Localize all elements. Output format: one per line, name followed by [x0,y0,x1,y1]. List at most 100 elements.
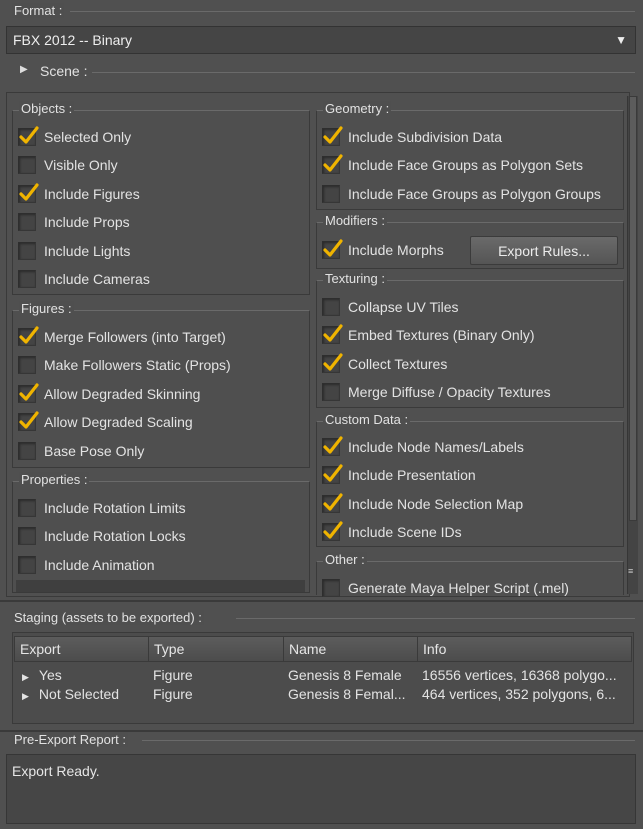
include-animation-checkbox[interactable] [18,555,36,574]
option-collapse-uv-tiles[interactable]: Collapse UV Tiles [322,295,459,319]
include-node-selection-map-checkbox[interactable] [322,493,343,513]
include-props-checkbox[interactable] [18,213,36,232]
asset-type: Figure [153,667,193,683]
format-select[interactable]: FBX 2012 -- Binary ▼ [6,26,636,54]
option-include-scene-ids[interactable]: Include Scene IDs [322,520,462,544]
generate-maya-helper-script-mel-label: Generate Maya Helper Script (.mel) [348,580,569,596]
merge-followers-into-target-label: Merge Followers (into Target) [44,329,226,345]
generate-maya-helper-script-mel-checkbox[interactable] [322,579,340,597]
allow-degraded-scaling-checkbox[interactable] [18,411,39,432]
option-include-animation[interactable]: Include Animation [18,553,155,577]
option-selected-only[interactable]: Selected Only [18,125,131,149]
asset-name: Genesis 8 Female [288,667,402,683]
asset-type: Figure [153,686,193,702]
option-make-followers-static-props[interactable]: Make Followers Static (Props) [18,353,231,377]
embed-textures-binary-only-checkbox[interactable] [322,324,343,345]
table-row[interactable]: ▶ Not Selected Figure Genesis 8 Femal... … [14,686,632,705]
scrollbar[interactable]: ≡ [627,96,638,594]
expand-arrow-icon[interactable]: ▶ [20,64,28,75]
scene-toggle[interactable]: Scene : [38,63,89,79]
option-embed-textures-binary-only[interactable]: Embed Textures (Binary Only) [322,323,534,347]
include-face-groups-as-polygon-groups-checkbox[interactable] [322,184,340,203]
option-include-figures[interactable]: Include Figures [18,182,140,206]
option-include-node-selection-map[interactable]: Include Node Selection Map [322,492,523,516]
format-legend: Format : [12,3,65,18]
option-allow-degraded-skinning[interactable]: Allow Degraded Skinning [18,382,200,406]
include-face-groups-as-polygon-sets-checkbox[interactable] [322,154,343,175]
checkmark-icon [323,324,343,342]
include-node-names-labels-checkbox[interactable] [322,436,343,456]
selected-only-checkbox[interactable] [18,126,39,146]
checkmark-icon [19,126,39,144]
checkmark-icon [323,126,343,144]
collect-textures-checkbox[interactable] [322,353,343,373]
include-cameras-checkbox[interactable] [18,270,36,288]
option-include-face-groups-as-polygon-groups[interactable]: Include Face Groups as Polygon Groups [322,182,601,206]
include-figures-checkbox[interactable] [18,183,39,203]
option-merge-diffuse-opacity-textures[interactable]: Merge Diffuse / Opacity Textures [322,380,551,404]
option-include-lights[interactable]: Include Lights [18,239,130,263]
checkmark-icon [323,464,343,482]
option-include-rotation-locks[interactable]: Include Rotation Locks [18,524,186,548]
make-followers-static-props-checkbox[interactable] [18,356,36,375]
make-followers-static-props-label: Make Followers Static (Props) [44,357,231,374]
include-morphs-checkbox[interactable] [322,239,343,259]
allow-degraded-scaling-label: Allow Degraded Scaling [44,414,193,431]
option-include-face-groups-as-polygon-sets[interactable]: Include Face Groups as Polygon Sets [322,153,583,177]
asset-name: Genesis 8 Femal... [288,686,406,702]
merge-diffuse-opacity-textures-checkbox[interactable] [322,383,340,402]
checkmark-icon [19,183,39,201]
include-props-label: Include Props [44,214,130,231]
option-base-pose-only[interactable]: Base Pose Only [18,439,144,463]
column-header-info[interactable]: Info [418,637,631,661]
merge-followers-into-target-checkbox[interactable] [18,326,39,346]
include-rotation-limits-checkbox[interactable] [18,499,36,517]
base-pose-only-checkbox[interactable] [18,441,36,460]
option-generate-maya-helper-script-mel[interactable]: Generate Maya Helper Script (.mel) [322,576,569,600]
custom-data-legend: Custom Data : [323,412,411,427]
checkmark-icon [323,436,343,454]
splitter[interactable] [0,600,643,602]
include-rotation-locks-checkbox[interactable] [18,527,36,546]
staging-table-header: Export Type Name Info [14,636,632,662]
objects-legend: Objects : [19,101,75,116]
column-header-export[interactable]: Export [15,637,149,661]
expand-arrow-icon[interactable]: ▶ [22,691,29,701]
option-include-subdivision-data[interactable]: Include Subdivision Data [322,125,502,149]
option-include-cameras[interactable]: Include Cameras [18,267,150,291]
checkmark-icon [19,326,39,344]
visible-only-label: Visible Only [44,157,118,174]
allow-degraded-skinning-label: Allow Degraded Skinning [44,385,201,402]
scroll-arrow-icon[interactable]: ≡ [628,566,633,576]
option-merge-followers-into-target[interactable]: Merge Followers (into Target) [18,325,226,349]
option-include-morphs[interactable]: Include Morphs [322,238,444,262]
option-allow-degraded-scaling[interactable]: Allow Degraded Scaling [18,410,193,434]
column-header-type[interactable]: Type [149,637,284,661]
include-scene-ids-label: Include Scene IDs [348,524,462,541]
properties-legend: Properties : [19,472,90,487]
include-subdivision-data-checkbox[interactable] [322,126,343,146]
include-lights-checkbox[interactable] [18,241,36,260]
scrollbar-thumb[interactable] [629,96,637,521]
option-collect-textures[interactable]: Collect Textures [322,352,447,376]
collapse-uv-tiles-checkbox[interactable] [322,298,340,316]
table-row[interactable]: ▶ Yes Figure Genesis 8 Female 16556 verti… [14,667,632,686]
option-visible-only[interactable]: Visible Only [18,153,118,177]
include-node-names-labels-label: Include Node Names/Labels [348,439,524,455]
expand-arrow-icon[interactable]: ▶ [22,672,29,682]
option-include-node-names-labels[interactable]: Include Node Names/Labels [322,435,524,459]
allow-degraded-skinning-checkbox[interactable] [18,383,39,403]
option-include-rotation-limits[interactable]: Include Rotation Limits [18,496,186,520]
column-header-name[interactable]: Name [284,637,418,661]
include-presentation-checkbox[interactable] [322,464,343,485]
embed-textures-binary-only-label: Embed Textures (Binary Only) [348,327,535,344]
include-scene-ids-checkbox[interactable] [322,521,343,542]
visible-only-checkbox[interactable] [18,156,36,175]
base-pose-only-label: Base Pose Only [44,442,145,459]
option-include-presentation[interactable]: Include Presentation [322,463,476,487]
include-rotation-limits-label: Include Rotation Limits [44,500,186,516]
export-rules-button[interactable]: Export Rules... [470,236,618,265]
divider [70,11,635,12]
option-include-props[interactable]: Include Props [18,210,130,234]
chevron-down-icon[interactable]: ▼ [615,33,627,47]
